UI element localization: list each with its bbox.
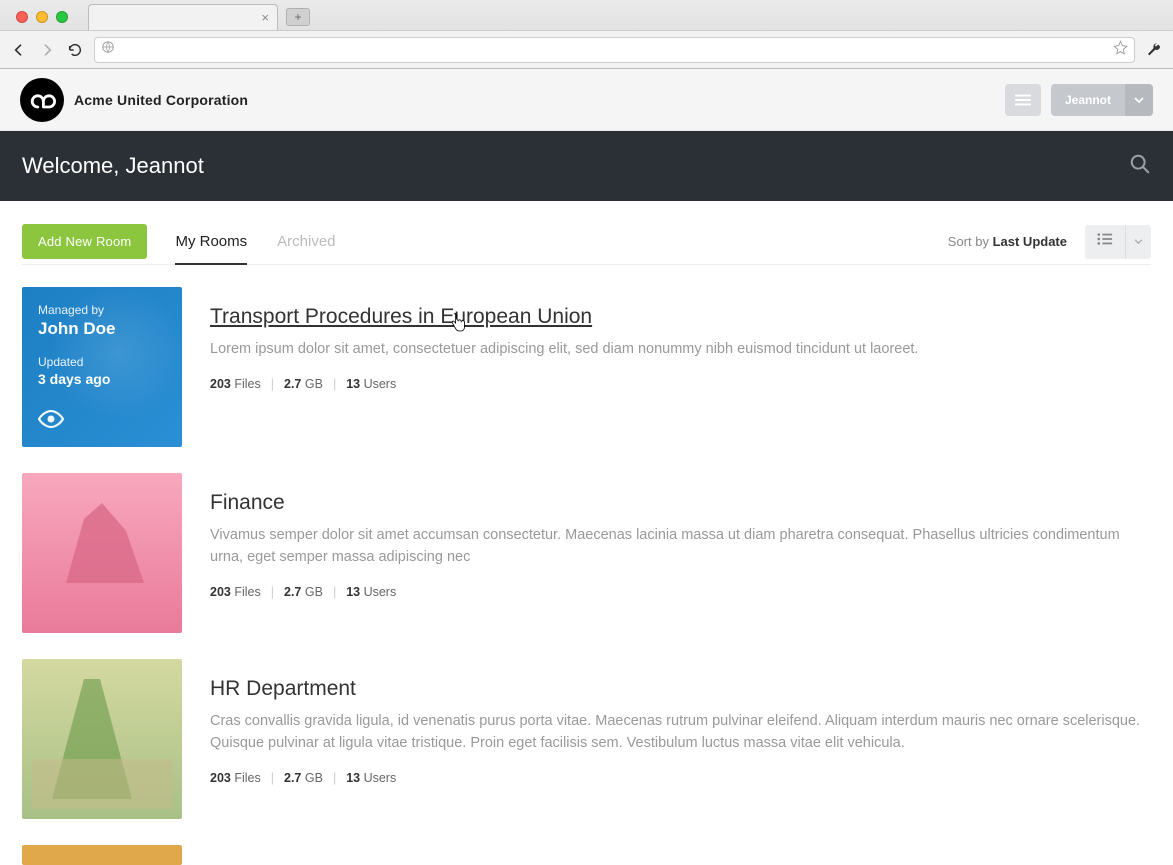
arrow-left-icon (11, 42, 27, 58)
browser-tab-bar: × + (0, 0, 1173, 30)
welcome-bar: Welcome, Jeannot (0, 131, 1173, 201)
arrow-right-icon (39, 42, 55, 58)
plus-icon: + (294, 10, 301, 24)
updated-value: 3 days ago (38, 371, 166, 387)
tab-archived[interactable]: Archived (277, 219, 335, 264)
add-new-room-button[interactable]: Add New Room (22, 224, 147, 259)
user-name-label: Jeannot (1051, 93, 1125, 107)
room-stats: 203 Files | 2.7 GB | 13 Users (210, 771, 1151, 785)
room-description: Vivamus semper dolor sit amet accumsan c… (210, 525, 1151, 569)
view-toggle[interactable] (1085, 225, 1151, 259)
room-item (22, 845, 1151, 865)
reload-button[interactable] (66, 42, 84, 58)
sort-value: Last Update (993, 234, 1067, 249)
room-stats: 203 Files | 2.7 GB | 13 Users (210, 377, 1151, 391)
new-tab-button[interactable]: + (286, 8, 310, 26)
room-title-link[interactable]: HR Department (210, 677, 356, 700)
browser-tab[interactable]: × (88, 4, 278, 30)
search-icon (1129, 153, 1151, 175)
back-button[interactable] (10, 42, 28, 58)
forward-button[interactable] (38, 42, 56, 58)
company-name: Acme United Corporation (74, 92, 248, 108)
room-item: Finance Vivamus semper dolor sit amet ac… (22, 473, 1151, 633)
room-tabs: My Rooms Archived (175, 219, 335, 264)
room-tile[interactable] (22, 845, 182, 865)
url-bar[interactable] (94, 37, 1135, 63)
logo-icon (20, 78, 64, 122)
updated-label: Updated (38, 355, 166, 369)
browser-toolbar (0, 30, 1173, 68)
room-description: Lorem ipsum dolor sit amet, consectetuer… (210, 339, 1151, 361)
list-view-icon (1085, 232, 1125, 251)
wrench-icon (1146, 42, 1162, 58)
brand[interactable]: Acme United Corporation (20, 78, 248, 122)
menu-button[interactable] (1005, 84, 1041, 116)
browser-settings-button[interactable] (1145, 42, 1163, 58)
rooms-list: Managed by John Doe Updated 3 days ago T… (0, 265, 1173, 865)
chevron-down-icon (1125, 225, 1151, 259)
room-title-link[interactable]: Transport Procedures in European Union (210, 305, 592, 328)
room-description: Cras convallis gravida ligula, id venena… (210, 711, 1151, 755)
bookmark-star-icon[interactable] (1113, 40, 1128, 60)
sort-control[interactable]: Sort by Last Update (948, 234, 1067, 249)
globe-icon (101, 40, 115, 59)
window-maximize-button[interactable] (56, 11, 68, 23)
room-tile[interactable] (22, 473, 182, 633)
window-close-button[interactable] (16, 11, 28, 23)
room-title-link[interactable]: Finance (210, 491, 285, 514)
hamburger-icon (1015, 93, 1031, 107)
controls-row: Add New Room My Rooms Archived Sort by L… (0, 201, 1173, 264)
sort-label: Sort by (948, 234, 989, 249)
user-menu[interactable]: Jeannot (1051, 84, 1153, 116)
welcome-text: Welcome, Jeannot (22, 153, 204, 179)
room-stats: 203 Files | 2.7 GB | 13 Users (210, 585, 1151, 599)
reload-icon (67, 42, 83, 58)
search-button[interactable] (1129, 153, 1151, 180)
window-controls (8, 3, 76, 27)
app-header: Acme United Corporation Jeannot (0, 69, 1173, 131)
room-item: Managed by John Doe Updated 3 days ago T… (22, 287, 1151, 447)
eye-icon (38, 410, 64, 433)
window-minimize-button[interactable] (36, 11, 48, 23)
browser-chrome: × + (0, 0, 1173, 69)
room-tile[interactable] (22, 659, 182, 819)
managed-by-label: Managed by (38, 303, 166, 317)
room-item: HR Department Cras convallis gravida lig… (22, 659, 1151, 819)
tab-close-icon[interactable]: × (261, 10, 269, 25)
tab-my-rooms[interactable]: My Rooms (175, 219, 247, 264)
chevron-down-icon (1125, 84, 1153, 116)
manager-name: John Doe (38, 319, 166, 339)
room-tile[interactable]: Managed by John Doe Updated 3 days ago (22, 287, 182, 447)
